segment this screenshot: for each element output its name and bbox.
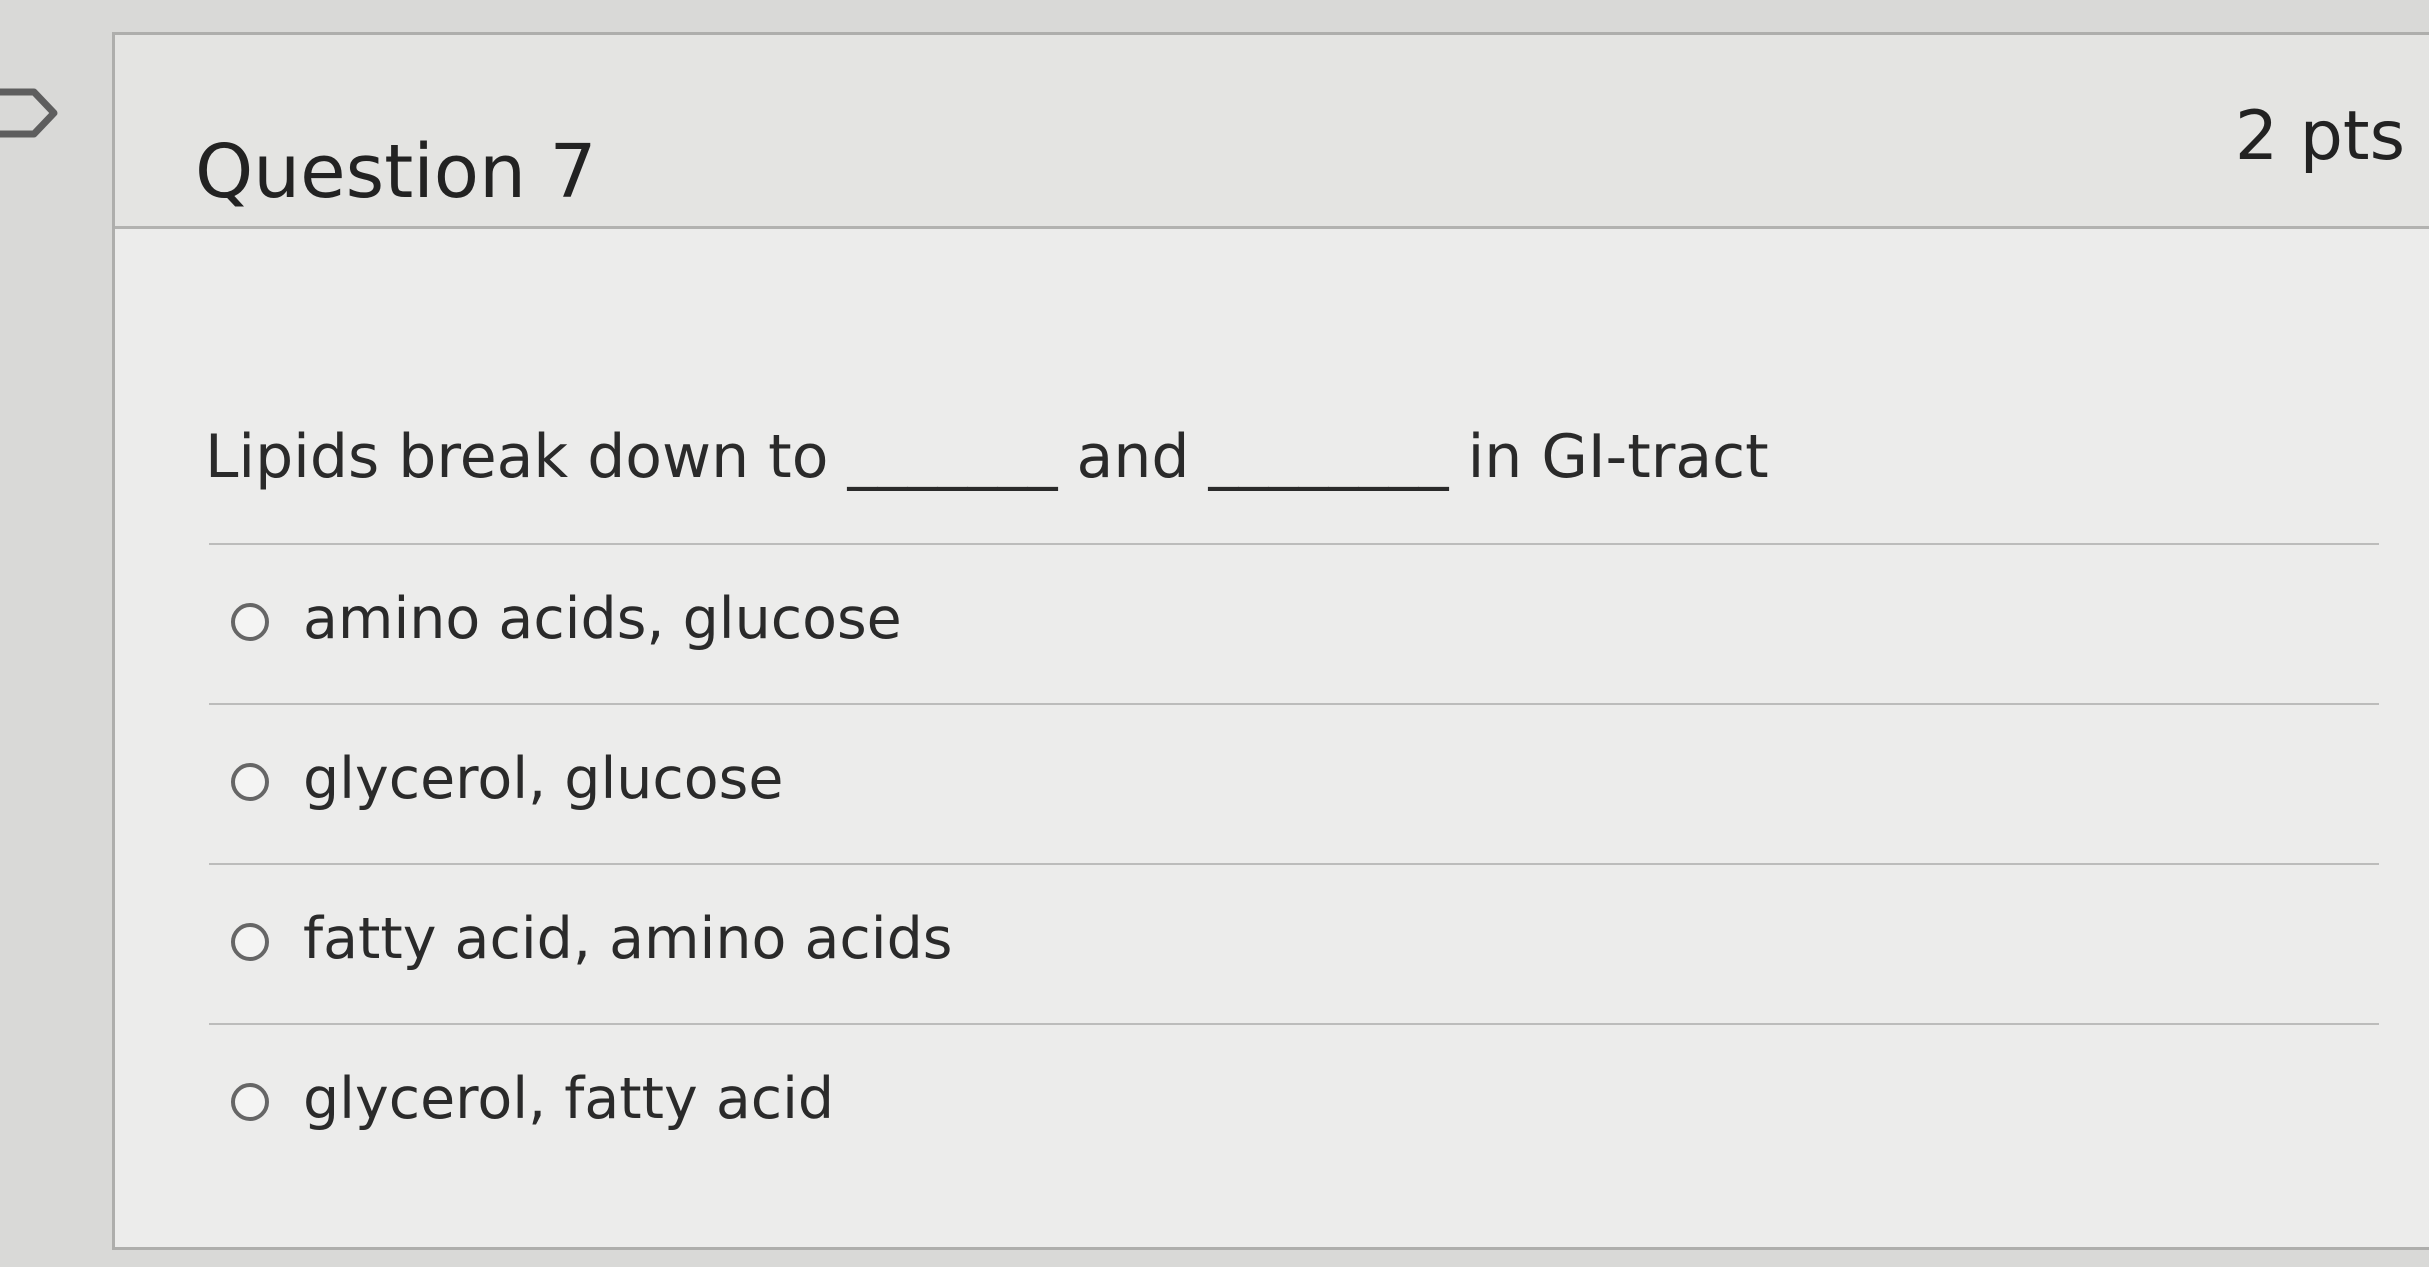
question-card: Question 7 2 pts Lipids break down to __… [112,32,2429,1250]
answer-label[interactable]: amino acids, glucose [303,585,902,653]
answer-option[interactable]: glycerol, fatty acid [209,1023,2379,1183]
answer-option[interactable]: amino acids, glucose [209,543,2379,703]
flag-icon[interactable] [0,82,62,144]
answer-option[interactable]: glycerol, glucose [209,703,2379,863]
radio-button-icon[interactable] [231,603,269,641]
question-header: Question 7 2 pts [115,35,2429,229]
answer-option[interactable]: fatty acid, amino acids [209,863,2379,1023]
question-text: Lipids break down to _______ and _______… [205,422,1769,492]
question-points: 2 pts [2234,97,2405,176]
radio-button-icon[interactable] [231,1083,269,1121]
answer-label[interactable]: fatty acid, amino acids [303,905,952,973]
radio-button-icon[interactable] [231,923,269,961]
answer-label[interactable]: glycerol, glucose [303,745,783,813]
radio-button-icon[interactable] [231,763,269,801]
answer-list: amino acids, glucose glycerol, glucose f… [209,543,2379,1183]
question-title: Question 7 [195,128,597,215]
answer-label[interactable]: glycerol, fatty acid [303,1065,834,1133]
